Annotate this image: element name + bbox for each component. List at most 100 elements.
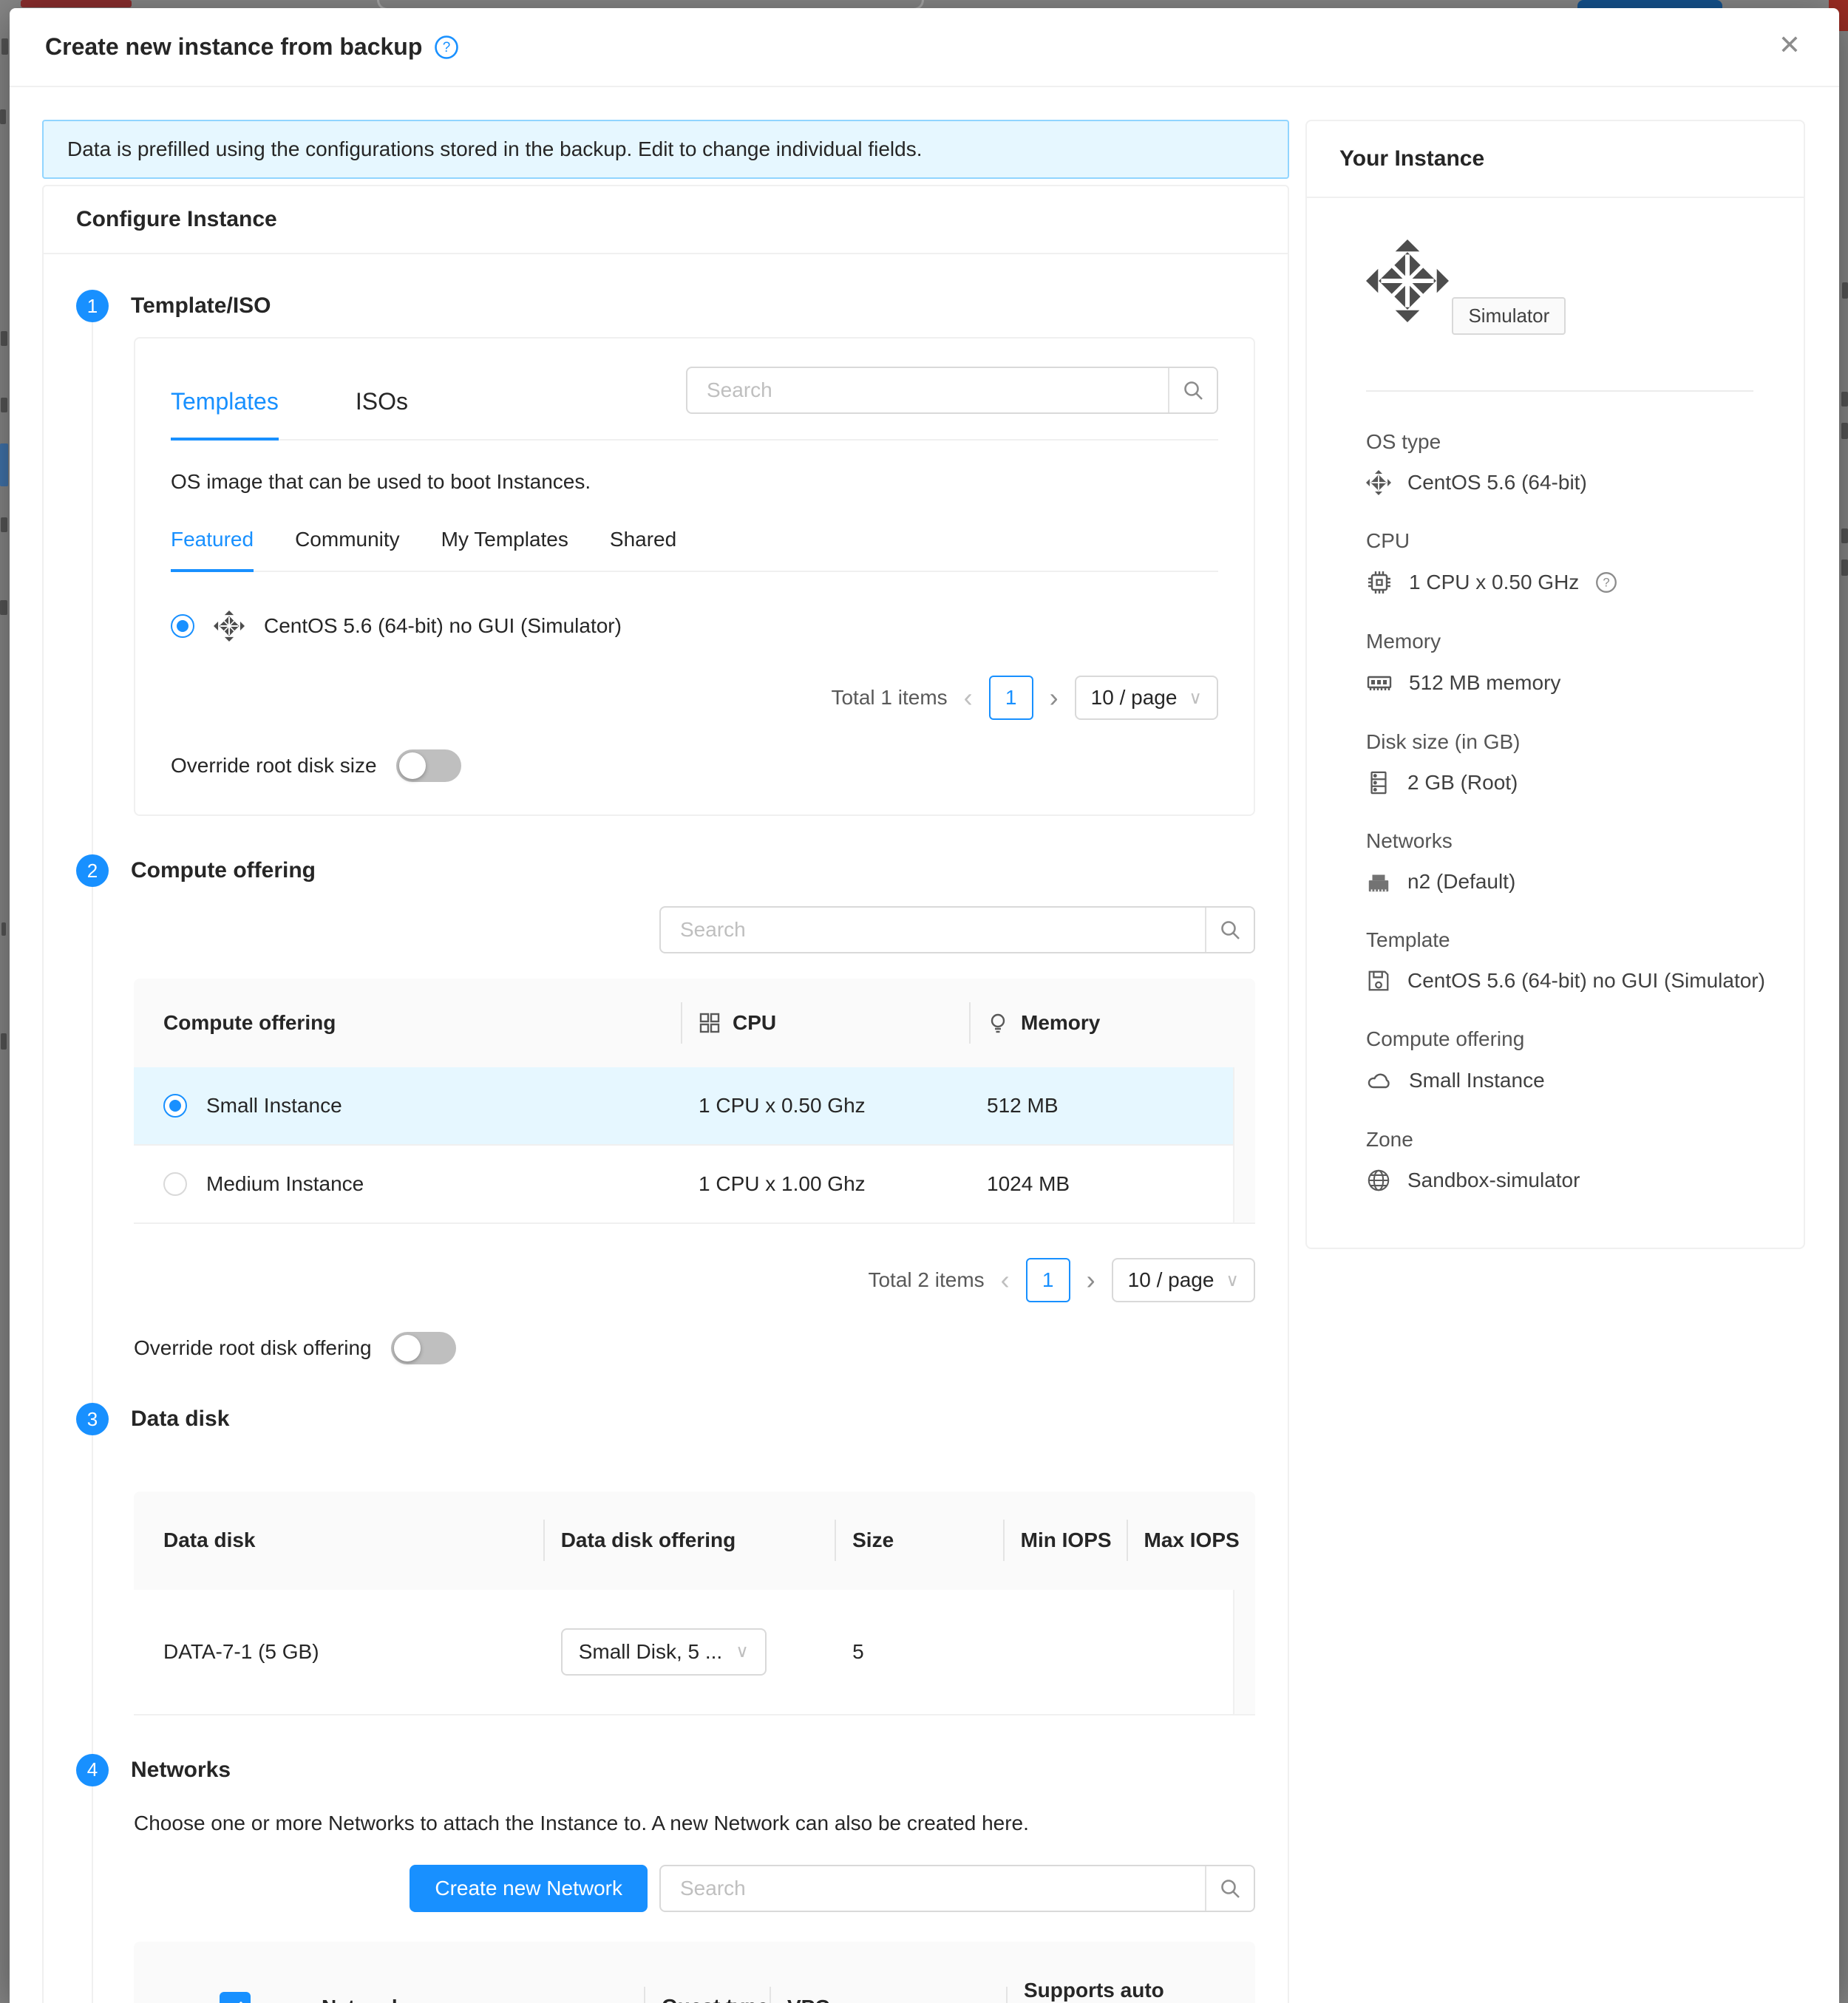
screen: Create new instance from backup ? ✕ Data… [0, 0, 1848, 2003]
network-cluster-icon [1366, 869, 1391, 894]
template-search-input[interactable] [687, 368, 1168, 412]
your-instance-card: Your Instance [1305, 120, 1805, 1249]
page-size-select[interactable]: 10 / page ∨ [1112, 1258, 1255, 1302]
template-tabs-row: Templates ISOs [171, 350, 1218, 441]
offering-cpu: 1 CPU x 0.50 Ghz [681, 1067, 969, 1144]
step-template-iso: 1 Template/ISO Templates ISOs [76, 290, 1255, 854]
chevron-down-icon: ∨ [736, 1641, 749, 1662]
table-scrollbar[interactable] [1233, 1067, 1255, 1222]
step-body: Data disk Data disk offering Size Min IO… [92, 1435, 1255, 1754]
row-radio[interactable] [163, 1094, 187, 1118]
info-template: Template CentOS 5.6 (64-bit) no GUI (Sim… [1366, 928, 1771, 993]
info-value-text: CentOS 5.6 (64-bit) [1407, 471, 1587, 494]
filter-community[interactable]: Community [295, 528, 400, 571]
col-networks: Networks [304, 1963, 644, 2003]
offering-name: Medium Instance [206, 1172, 364, 1196]
page-size-value: 10 / page [1128, 1268, 1215, 1292]
tab-isos[interactable]: ISOs [356, 388, 408, 439]
networks-search-input[interactable] [661, 1866, 1205, 1911]
info-label: Zone [1366, 1128, 1771, 1152]
background-text-fragment [0, 600, 7, 615]
configure-instance-card: Configure Instance 1 Template/ISO [42, 185, 1289, 2003]
page-size-select[interactable]: 10 / page ∨ [1075, 676, 1218, 720]
globe-icon [1366, 1168, 1391, 1193]
networks-description: Choose one or more Networks to attach th… [134, 1812, 1255, 1835]
step-body: Templates ISOs [92, 322, 1255, 854]
filter-featured[interactable]: Featured [171, 528, 254, 572]
configure-card-body: 1 Template/ISO Templates ISOs [44, 254, 1288, 2003]
info-disk-size: Disk size (in GB) 2 GB (Root) [1366, 730, 1771, 795]
compute-row-small[interactable]: Small Instance 1 CPU x 0.50 Ghz 512 MB [134, 1067, 1255, 1146]
next-page-icon[interactable]: › [1050, 684, 1059, 711]
override-root-disk-size-row: Override root disk size [171, 749, 1218, 782]
row-radio[interactable] [163, 1172, 187, 1196]
template-radio[interactable] [171, 614, 194, 638]
grid-icon [699, 1012, 721, 1034]
create-new-network-button[interactable]: Create new Network [410, 1865, 648, 1912]
override-label: Override root disk offering [134, 1336, 372, 1360]
svg-text:?: ? [443, 40, 451, 55]
table-scrollbar[interactable] [1233, 1590, 1255, 1714]
prev-page-icon[interactable]: ‹ [964, 684, 973, 711]
info-value-text: Small Instance [1409, 1069, 1545, 1092]
info-networks: Networks n2 (Default) [1366, 829, 1771, 894]
compute-search-input[interactable] [661, 908, 1205, 952]
sidebar-column: Your Instance [1305, 120, 1805, 1249]
page-number-button[interactable]: 1 [989, 676, 1033, 720]
info-memory: Memory 512 MB memory [1366, 630, 1771, 696]
step-head: 4 Networks [76, 1754, 1255, 1786]
offering-cpu: 1 CPU x 1.00 Ghz [681, 1146, 969, 1222]
background-text-fragment [1842, 282, 1848, 299]
col-label: CPU [733, 1011, 776, 1035]
info-cpu: CPU 1 CPU x 0.50 GHz ? [1366, 529, 1771, 596]
search-button[interactable] [1205, 908, 1254, 952]
help-icon[interactable]: ? [434, 35, 459, 60]
step-title: Data disk [131, 1407, 229, 1432]
table-body: DATA-7-1 (5 GB) Small Disk, 5 ... ∨ [134, 1590, 1255, 1715]
col-label: Memory [1021, 1011, 1100, 1035]
background-text-fragment [1841, 392, 1848, 407]
filter-shared[interactable]: Shared [610, 528, 676, 571]
filter-my-templates[interactable]: My Templates [441, 528, 568, 571]
col-compute-offering: Compute offering [134, 979, 681, 1067]
prev-page-icon[interactable]: ‹ [1001, 1267, 1010, 1293]
background-text-fragment [1, 1033, 7, 1050]
close-icon[interactable]: ✕ [1779, 32, 1801, 58]
template-option-row[interactable]: CentOS 5.6 (64-bit) no GUI (Simulator) [171, 611, 1218, 642]
svg-text:?: ? [1603, 575, 1610, 589]
info-zone: Zone Sandbox-simulator [1366, 1128, 1771, 1193]
offering-memory: 1024 MB [969, 1146, 1255, 1222]
info-label: CPU [1366, 529, 1771, 553]
save-icon [1366, 968, 1391, 993]
centos-icon [1366, 470, 1391, 495]
template-pagination: Total 1 items ‹ 1 › 10 / page ∨ [171, 676, 1218, 720]
background-text-fragment [1841, 528, 1848, 543]
search-button[interactable] [1168, 368, 1217, 412]
background-button-fragment [1577, 0, 1722, 8]
search-button[interactable] [1205, 1866, 1254, 1911]
compute-row-medium[interactable]: Medium Instance 1 CPU x 1.00 Ghz 1024 MB [134, 1146, 1255, 1224]
col-guest-type: Guest type [644, 1958, 770, 2003]
page-size-value: 10 / page [1091, 686, 1178, 710]
search-icon [1218, 1877, 1242, 1900]
compute-pagination: Total 2 items ‹ 1 › 10 / page ∨ [134, 1258, 1255, 1302]
override-root-disk-offering-toggle[interactable] [391, 1332, 456, 1364]
help-icon[interactable]: ? [1595, 571, 1617, 594]
offering-name: Small Instance [206, 1094, 342, 1118]
col-data-disk-offering: Data disk offering [543, 1496, 835, 1585]
tab-templates[interactable]: Templates [171, 388, 279, 441]
disk-offering-select[interactable]: Small Disk, 5 ... ∨ [561, 1628, 767, 1676]
background-text-fragment [1841, 423, 1848, 439]
col-max-iops: Max IOPS [1127, 1492, 1255, 1590]
template-description: OS image that can be used to boot Instan… [171, 470, 1218, 494]
override-root-disk-size-toggle[interactable] [396, 749, 461, 782]
template-picker-card: Templates ISOs [134, 337, 1255, 816]
cpu-chip-icon [1366, 569, 1393, 596]
template-search [686, 367, 1218, 414]
chevron-down-icon: ∨ [1189, 687, 1202, 709]
select-all-checkbox[interactable] [220, 1992, 251, 2003]
next-page-icon[interactable]: › [1087, 1267, 1095, 1293]
step-compute-offering: 2 Compute offering [76, 854, 1255, 1403]
info-os-type: OS type [1366, 430, 1771, 495]
page-number-button[interactable]: 1 [1026, 1258, 1070, 1302]
